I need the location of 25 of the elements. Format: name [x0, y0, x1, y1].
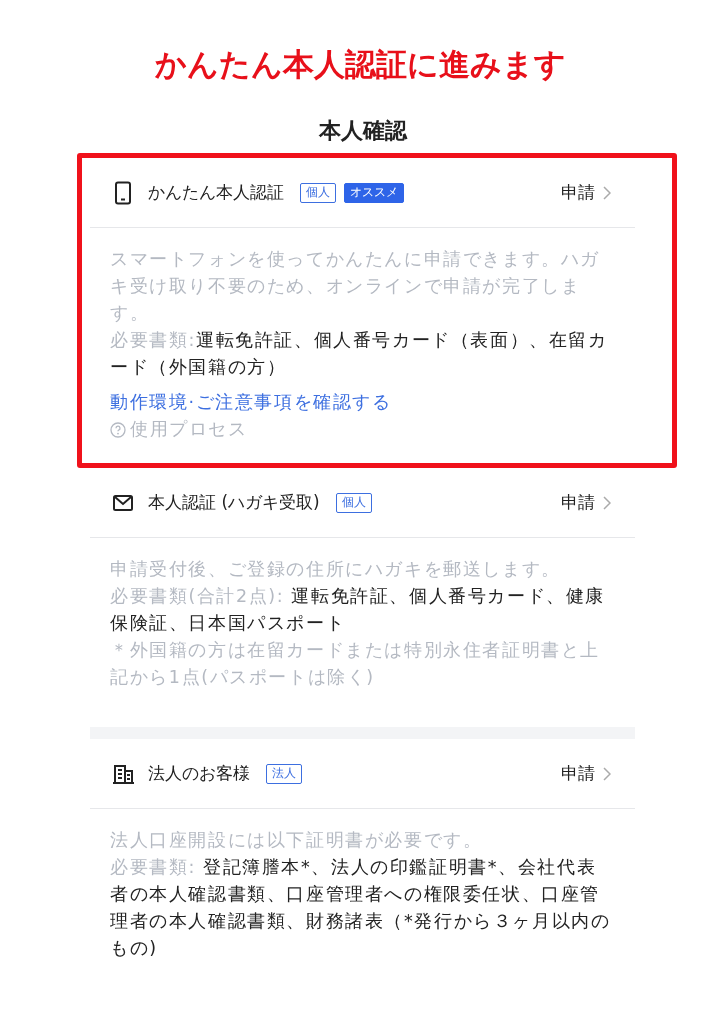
- chevron-icon: [603, 185, 611, 200]
- notice-link[interactable]: 動作環境·ご注意事項を確認する: [110, 389, 392, 417]
- apply-link[interactable]: 申請: [561, 490, 611, 516]
- tag: 個人: [335, 493, 372, 513]
- description-text: 法人口座開設には以下証明書が必要です。: [110, 829, 484, 853]
- description-text: 申請受付後、ご登録の住所にハガキを郵送します。: [110, 558, 562, 582]
- requirements-text: 必要書類: 登記簿謄本*、法人の印鑑証明書*、会社代表者の本人確認書類、口座管理者への権限委任状、口座管理者の本人確認書類、財務諸表（*発行から３ヶ月以内のもの): [110, 856, 612, 961]
- apply-link[interactable]: 申請: [561, 761, 611, 787]
- help-icon: [110, 421, 126, 438]
- banner-heading: かんたん本人認証に進みます: [153, 45, 567, 84]
- tag: 法人: [266, 764, 302, 784]
- chevron-icon: [603, 495, 611, 510]
- section-title: 法人のお客様: [148, 762, 250, 786]
- tag: オススメ: [344, 183, 404, 203]
- description-text: ＊外国籍の方は在留カードまたは特別永住者証明書と上記から1点(パスポートは除く): [110, 639, 601, 690]
- page-title: 本人確認: [317, 117, 409, 146]
- requirements-text: 必要書類:運転免許証、個人番号カード（表面）、在留カード（外国籍の方）: [110, 329, 609, 380]
- section-title: かんたん本人認証: [148, 181, 284, 205]
- apply-link[interactable]: 申請: [561, 180, 611, 206]
- section-title: 本人認証 (ハガキ受取): [148, 491, 320, 515]
- requirements-text: 必要書類(合計2点): 運転免許証、個人番号カード、健康保険証、日本国パスポート: [110, 585, 607, 636]
- phone-icon: [112, 180, 134, 205]
- description-text: スマートフォンを使ってかんたんに申請できます。ハガキ受け取り不要のため、オンラインで申請が完了します。: [110, 248, 601, 326]
- tag: 個人: [300, 183, 336, 203]
- chevron-icon: [603, 766, 611, 781]
